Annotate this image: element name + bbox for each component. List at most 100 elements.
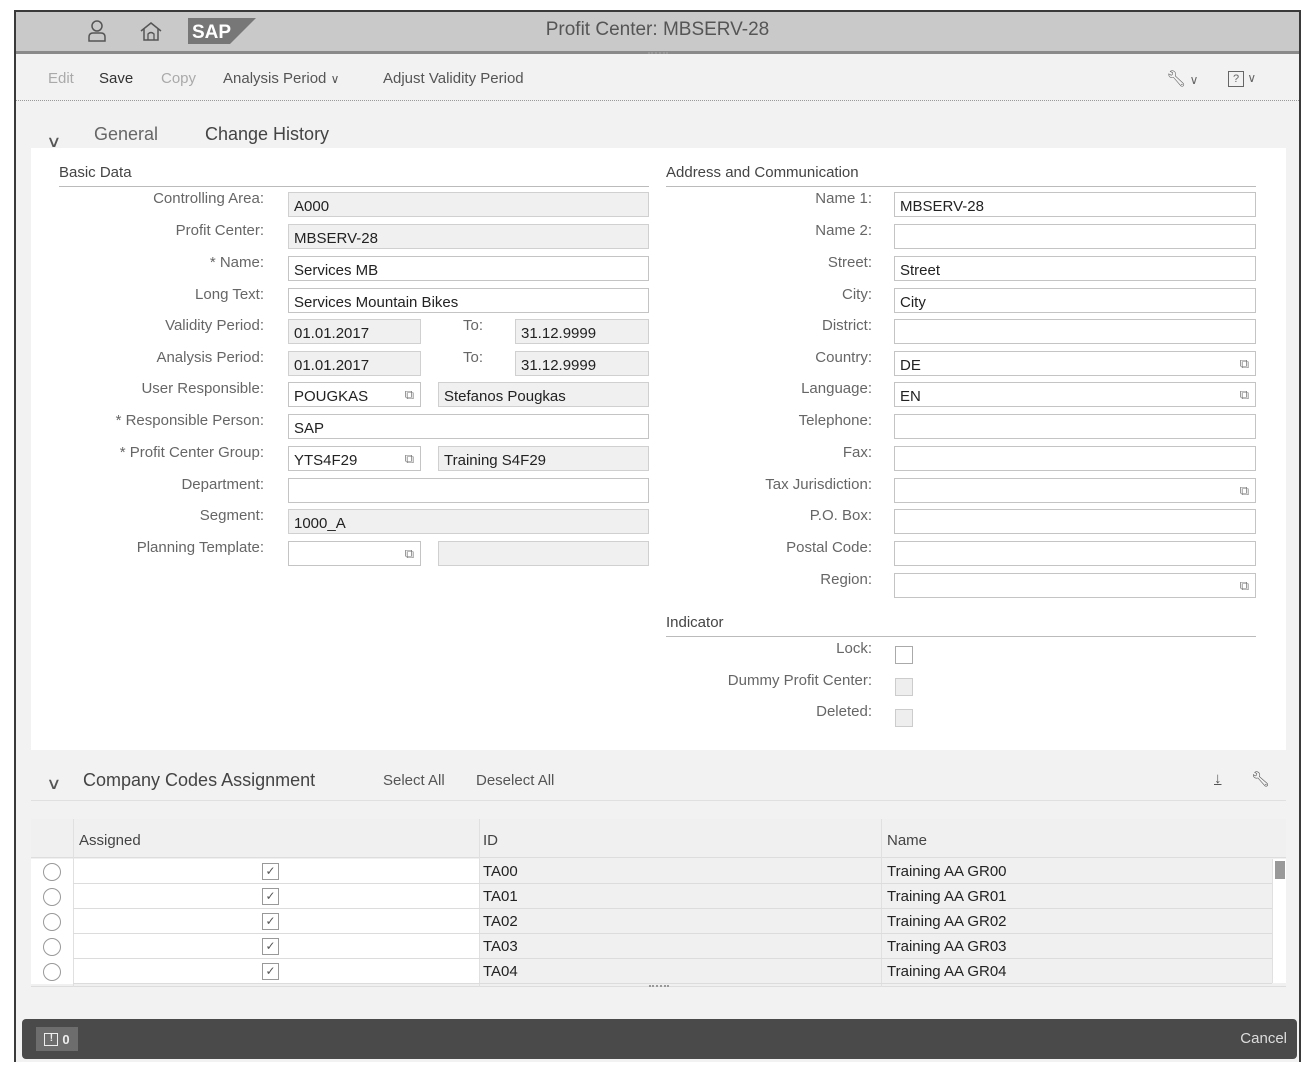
long-text-label: Long Text:: [195, 286, 264, 303]
name1-field[interactable]: MBSERV-28: [894, 192, 1256, 217]
name-field[interactable]: Services MB: [288, 256, 649, 281]
assigned-checkbox[interactable]: ✓: [262, 913, 279, 930]
postal-code-label: Postal Code:: [786, 539, 872, 556]
language-label: Language:: [801, 380, 872, 397]
region-field[interactable]: ⧉: [894, 573, 1256, 598]
column-header-name[interactable]: Name: [887, 832, 927, 849]
analysis-from-field[interactable]: 01.01.2017: [288, 351, 421, 376]
country-field[interactable]: DE ⧉: [894, 351, 1256, 376]
row-selector[interactable]: [31, 959, 73, 984]
street-field[interactable]: Street: [894, 256, 1256, 281]
analysis-period-menu[interactable]: Analysis Period ∨: [223, 70, 339, 87]
row-selector[interactable]: [31, 909, 73, 934]
value-help-icon[interactable]: ⧉: [405, 546, 414, 562]
messages-button[interactable]: ! 0: [36, 1027, 78, 1051]
table-scrollbar[interactable]: [1272, 859, 1286, 983]
value-help-icon[interactable]: ⧉: [1240, 356, 1249, 372]
edit-button[interactable]: Edit: [48, 70, 74, 87]
divider: [31, 800, 1286, 801]
controlling-area-field[interactable]: A000: [288, 192, 649, 217]
row-select-radio[interactable]: [43, 938, 61, 956]
help-menu[interactable]: ? ∨: [1228, 69, 1256, 87]
row-select-radio[interactable]: [43, 863, 61, 881]
country-label: Country:: [815, 349, 872, 366]
department-field[interactable]: [288, 478, 649, 503]
validity-to-field[interactable]: 31.12.9999: [515, 319, 649, 344]
postal-code-field[interactable]: [894, 541, 1256, 566]
copy-button[interactable]: Copy: [161, 70, 196, 87]
row-selector[interactable]: [31, 859, 73, 884]
assigned-checkbox[interactable]: ✓: [262, 888, 279, 905]
download-icon[interactable]: ↓: [1214, 770, 1222, 787]
name-cell: Training AA GR02: [887, 913, 1007, 930]
deselect-all-button[interactable]: Deselect All: [476, 772, 554, 789]
divider: [666, 186, 1256, 187]
city-label: City:: [842, 286, 872, 303]
table-row[interactable]: ✓ TA00 Training AA GR00: [31, 859, 1272, 884]
settings-menu[interactable]: 🔧︎ ∨: [1166, 69, 1198, 89]
district-field[interactable]: [894, 319, 1256, 344]
responsible-person-field[interactable]: SAP: [288, 414, 649, 439]
name2-field[interactable]: [894, 224, 1256, 249]
telephone-label: Telephone:: [798, 412, 872, 429]
po-box-field[interactable]: [894, 509, 1256, 534]
deleted-label: Deleted:: [816, 703, 872, 720]
deleted-checkbox[interactable]: [895, 709, 913, 727]
value-help-icon[interactable]: ⧉: [405, 387, 414, 403]
row-selector[interactable]: [31, 884, 73, 909]
tax-jurisdiction-field[interactable]: ⧉: [894, 478, 1256, 503]
telephone-field[interactable]: [894, 414, 1256, 439]
adjust-validity-button[interactable]: Adjust Validity Period: [383, 70, 524, 87]
language-field[interactable]: EN ⧉: [894, 382, 1256, 407]
value-help-icon[interactable]: ⧉: [1240, 483, 1249, 499]
profit-center-field[interactable]: MBSERV-28: [288, 224, 649, 249]
dummy-profit-center-checkbox[interactable]: [895, 678, 913, 696]
company-codes-header: ∨ Company Codes Assignment Select All De…: [31, 764, 1286, 798]
analysis-to-field[interactable]: 31.12.9999: [515, 351, 649, 376]
page-title: Profit Center: MBSERV-28: [545, 19, 770, 40]
segment-field[interactable]: 1000_A: [288, 509, 649, 534]
analysis-to-label: To:: [462, 349, 483, 366]
cancel-button[interactable]: Cancel: [1240, 1030, 1287, 1047]
analysis-period-label: Analysis Period:: [156, 349, 264, 366]
fax-field[interactable]: [894, 446, 1256, 471]
footer-bar: ! 0 Cancel: [22, 1019, 1297, 1059]
value-help-icon[interactable]: ⧉: [1240, 387, 1249, 403]
planning-template-field[interactable]: ⧉: [288, 541, 421, 566]
language-value: EN: [900, 388, 921, 405]
name-cell: Training AA GR04: [887, 963, 1007, 980]
row-selector[interactable]: [31, 934, 73, 959]
district-label: District:: [822, 317, 872, 334]
row-select-radio[interactable]: [43, 888, 61, 906]
scrollbar-thumb[interactable]: [1275, 861, 1285, 879]
row-select-radio[interactable]: [43, 913, 61, 931]
assigned-checkbox[interactable]: ✓: [262, 863, 279, 880]
long-text-field[interactable]: Services Mountain Bikes: [288, 288, 649, 313]
select-all-button[interactable]: Select All: [383, 772, 445, 789]
value-help-icon[interactable]: ⧉: [1240, 578, 1249, 594]
column-header-assigned[interactable]: Assigned: [79, 832, 141, 849]
table-row[interactable]: ✓ TA04 Training AA GR04: [31, 959, 1272, 984]
save-button[interactable]: Save: [99, 70, 133, 87]
validity-from-field[interactable]: 01.01.2017: [288, 319, 421, 344]
resize-grip[interactable]: [649, 985, 669, 987]
table-row[interactable]: ✓ TA01 Training AA GR01: [31, 884, 1272, 909]
column-header-id[interactable]: ID: [483, 832, 498, 849]
country-value: DE: [900, 357, 921, 374]
assigned-checkbox[interactable]: ✓: [262, 938, 279, 955]
company-codes-title: Company Codes Assignment: [83, 770, 316, 790]
lock-checkbox[interactable]: [895, 646, 913, 664]
tab-change-history[interactable]: Change History: [205, 124, 329, 151]
city-field[interactable]: City: [894, 288, 1256, 313]
value-help-icon[interactable]: ⧉: [405, 451, 414, 467]
assigned-checkbox[interactable]: ✓: [262, 963, 279, 980]
table-row[interactable]: ✓ TA02 Training AA GR02: [31, 909, 1272, 934]
wrench-icon[interactable]: 🔧︎: [1251, 770, 1270, 788]
row-select-radio[interactable]: [43, 963, 61, 981]
user-responsible-field[interactable]: POUGKAS ⧉: [288, 382, 421, 407]
collapse-chevron-icon[interactable]: ∨: [46, 774, 61, 794]
segment-label: Segment:: [199, 507, 264, 524]
address-title: Address and Communication: [666, 164, 859, 181]
profit-center-group-field[interactable]: YTS4F29 ⧉: [288, 446, 421, 471]
table-row[interactable]: ✓ TA03 Training AA GR03: [31, 934, 1272, 959]
